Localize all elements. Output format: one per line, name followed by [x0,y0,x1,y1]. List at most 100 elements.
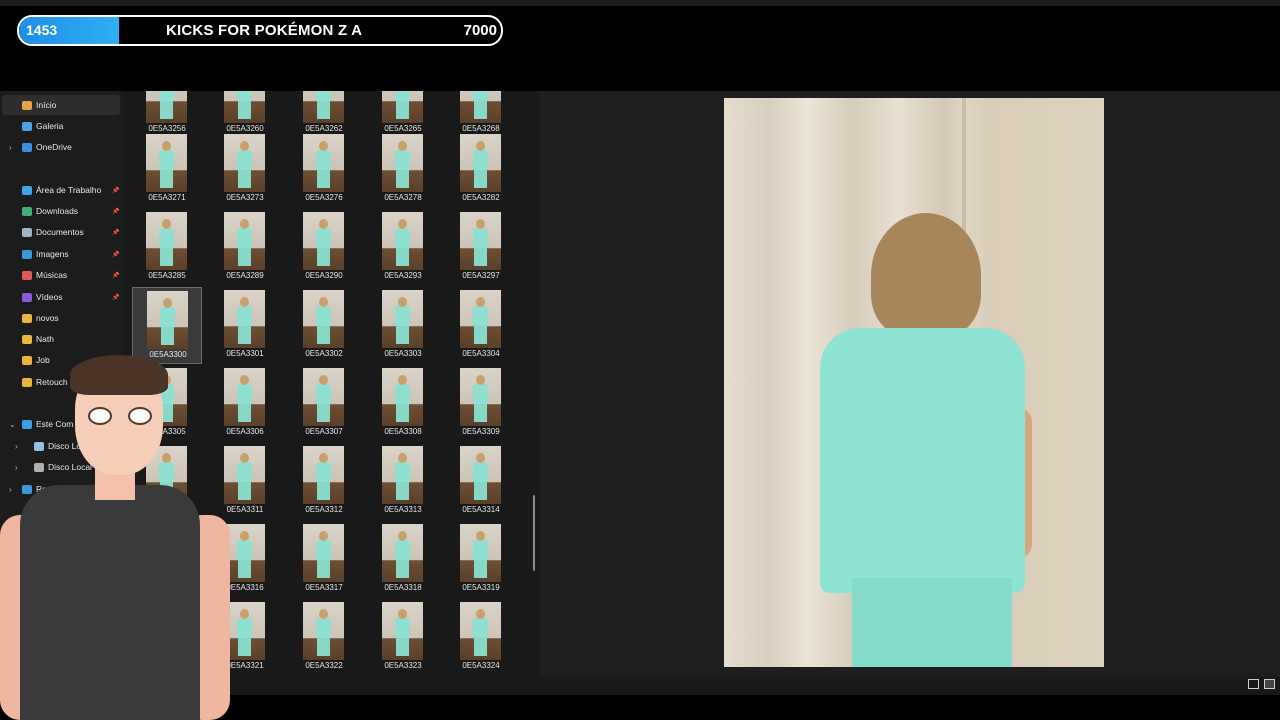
nav-item[interactable]: Início [2,95,120,115]
thumbnail-image [382,212,423,270]
goal-progress-bar: 1453 KICKS FOR POKÉMON Z A 7000 [17,15,503,46]
pin-icon[interactable]: 📌 [112,294,119,301]
thumbnail-figure [473,462,488,482]
nav-item[interactable]: Área de Trabalho 📌 [2,180,120,200]
file-thumbnail[interactable]: 0E5A3282 [446,131,516,208]
pin-icon[interactable]: 📌 [112,251,119,258]
pin-icon[interactable]: 📌 [112,272,119,279]
file-thumbnail[interactable]: 0E5A3297 [446,209,516,286]
file-name: 0E5A3317 [305,583,343,592]
file-thumbnail[interactable]: 0E5A3318 [368,521,438,598]
file-thumbnail[interactable]: 0E5A3271 [132,131,202,208]
expand-chevron-icon[interactable]: › [9,143,12,152]
nav-item[interactable]: Imagens 📌 [2,244,120,264]
details-view-icon[interactable] [1248,679,1259,689]
home-icon [22,100,32,110]
thumbnail-figure [317,247,330,266]
model-scrub-pants [852,578,1012,667]
model-scrub-top [820,328,1025,593]
nav-item-label: Início [36,100,57,110]
file-thumbnail[interactable]: 0E5A3300 [132,287,202,364]
thumbnail-figure [240,141,249,151]
nav-item-label: Galeria [36,121,64,131]
thumbnail-figure [317,403,330,422]
file-thumbnail[interactable]: 0E5A3302 [289,287,359,364]
nav-item[interactable]: › OneDrive [2,137,120,157]
thumbnail-image [303,290,344,348]
file-thumbnail[interactable]: 0E5A3319 [446,521,516,598]
file-thumbnail[interactable]: 0E5A3308 [368,365,438,442]
nav-item[interactable]: Nath [2,329,120,349]
pin-icon[interactable]: 📌 [112,187,119,194]
file-thumbnail[interactable]: 0E5A3309 [446,365,516,442]
file-name: 0E5A3297 [462,271,500,280]
large-icons-view-icon[interactable] [1264,679,1275,689]
thumbnail-figure [159,91,174,101]
file-name: 0E5A3312 [305,505,343,514]
thumbnail-figure [396,403,409,422]
goal-current-value: 1453 [26,22,58,38]
grid-scrollbar[interactable] [533,495,535,571]
thumbnail-image [460,524,501,582]
file-thumbnail[interactable]: 0E5A3278 [368,131,438,208]
thumbnail-figure [395,462,410,482]
pin-icon[interactable]: 📌 [112,208,119,215]
thumbnail-figure [240,375,249,385]
thumbnail-figure [237,306,252,326]
file-thumbnail[interactable]: 0E5A3307 [289,365,359,442]
file-thumbnail[interactable]: 0E5A3314 [446,443,516,520]
file-name: 0E5A3308 [384,427,422,436]
file-name: 0E5A3307 [305,427,343,436]
thumbnail-image [460,446,501,504]
thumbnail-figure [316,306,331,326]
avatar-right-eye [128,407,152,425]
thumbnail-figure [395,150,410,170]
file-thumbnail[interactable]: 0E5A3317 [289,521,359,598]
thumbnail-figure [476,609,485,619]
nav-item[interactable]: novos [2,308,120,328]
nav-item[interactable]: Documentos 📌 [2,222,120,242]
nav-item[interactable]: Músicas 📌 [2,265,120,285]
thumbnail-figure [474,247,487,266]
nav-item[interactable]: Downloads 📌 [2,201,120,221]
file-thumbnail[interactable]: 0E5A3304 [446,287,516,364]
preview-pane [540,91,1280,677]
file-thumbnail[interactable]: 0E5A3273 [210,131,280,208]
file-thumbnail[interactable]: 0E5A3312 [289,443,359,520]
music-icon [22,270,32,280]
thumbnail-image [146,212,187,270]
file-thumbnail[interactable]: 0E5A3276 [289,131,359,208]
thumbnail-figure [316,462,331,482]
nav-item[interactable]: Vídeos 📌 [2,287,120,307]
file-thumbnail[interactable]: 0E5A3303 [368,287,438,364]
thumbnail-image [224,212,265,270]
file-name: 0E5A3276 [305,193,343,202]
preview-image [724,98,1104,667]
file-thumbnail[interactable]: 0E5A3290 [289,209,359,286]
thumbnail-figure [396,481,409,500]
thumbnail-figure [163,298,172,308]
thumbnail-figure [161,326,174,345]
file-thumbnail[interactable]: 0E5A3285 [132,209,202,286]
thumbnail-figure [317,559,330,578]
nav-item[interactable]: Galeria [2,116,120,136]
thumbnail-figure [396,325,409,344]
thumbnail-image [460,91,501,123]
file-thumbnail[interactable]: 0E5A3289 [210,209,280,286]
file-thumbnail[interactable]: 0E5A3301 [210,287,280,364]
thumbnail-image [382,602,423,660]
file-thumbnail[interactable]: 0E5A3313 [368,443,438,520]
pin-icon[interactable]: 📌 [112,229,119,236]
file-thumbnail[interactable]: 0E5A3293 [368,209,438,286]
file-name: 0E5A3322 [305,661,343,670]
thumbnail-image [460,212,501,270]
file-name: 0E5A3289 [226,271,264,280]
file-thumbnail[interactable]: 0E5A3323 [368,599,438,676]
thumbnail-figure [159,228,174,248]
file-name: 0E5A3318 [384,583,422,592]
thumbnail-image [303,602,344,660]
file-thumbnail[interactable]: 0E5A3322 [289,599,359,676]
file-thumbnail[interactable]: 0E5A3324 [446,599,516,676]
thumbnail-figure [240,297,249,307]
thumbnail-figure [395,228,410,248]
